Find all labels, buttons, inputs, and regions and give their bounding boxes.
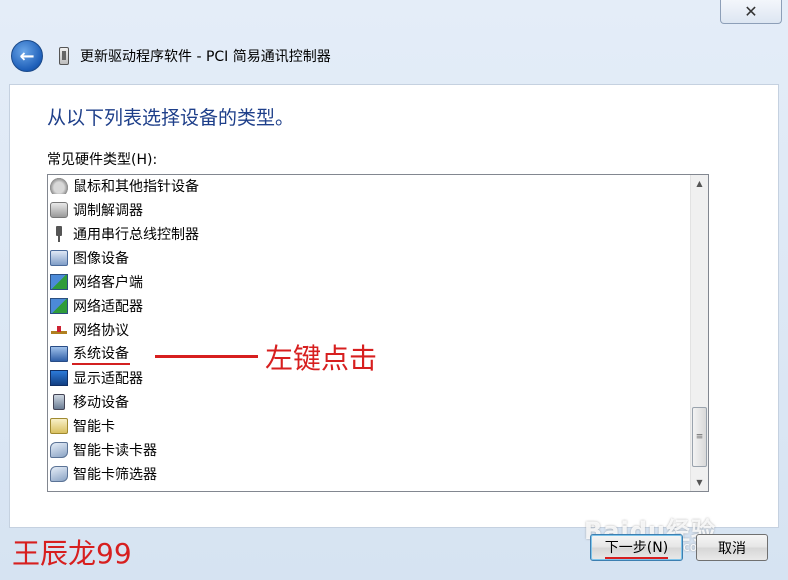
card-reader-icon — [50, 442, 68, 458]
list-item-label: 移动设备 — [73, 395, 129, 411]
list-item-label: 网络适配器 — [73, 299, 143, 315]
list-item-modem[interactable]: 调制解调器 — [50, 199, 144, 221]
hardware-type-list[interactable]: 鼠标和其他指针设备 调制解调器 通用串行总线控制器 图像设备 网络客户端 网络适… — [47, 174, 709, 492]
modem-icon — [50, 202, 68, 218]
next-button[interactable]: 下一步(N) — [590, 534, 683, 561]
list-item-smart-card-reader[interactable]: 智能卡读卡器 — [50, 439, 158, 461]
list-item-imaging[interactable]: 图像设备 — [50, 247, 130, 269]
author-watermark: 王辰龙99 — [12, 537, 132, 570]
device-icon — [59, 47, 69, 65]
list-item-label: 智能卡筛选器 — [73, 467, 157, 483]
list-item-label: 显示适配器 — [73, 371, 143, 387]
list-item-mouse[interactable]: 鼠标和其他指针设备 — [50, 175, 200, 197]
window-frame: ✕ ← 更新驱动程序软件 - PCI 简易通讯控制器 从以下列表选择设备的类型。… — [0, 0, 788, 580]
hardware-type-label: 常见硬件类型(H): — [47, 152, 158, 168]
list-item-system-devices[interactable]: 系统设备 — [50, 343, 130, 365]
mouse-icon — [50, 178, 68, 194]
system-device-icon — [50, 346, 68, 362]
network-protocol-icon — [50, 322, 68, 338]
back-button[interactable]: ← — [11, 40, 43, 72]
list-item-label: 系统设备 — [72, 343, 130, 365]
list-item-label: 图像设备 — [73, 251, 129, 267]
card-filter-icon — [50, 466, 68, 482]
annotation-pointer-line — [155, 355, 258, 358]
mobile-device-icon — [53, 394, 65, 410]
annotation-text: 左键点击 — [265, 342, 378, 375]
usb-icon — [50, 226, 68, 242]
list-item-smart-card[interactable]: 智能卡 — [50, 415, 116, 437]
list-item-usb[interactable]: 通用串行总线控制器 — [50, 223, 200, 245]
list-item-network-protocol[interactable]: 网络协议 — [50, 319, 130, 341]
list-item-label: 智能卡 — [73, 419, 115, 435]
list-scrollbar[interactable]: ▲ ≡ ▼ — [690, 175, 708, 491]
camera-icon — [50, 250, 68, 266]
next-button-label: 下一步(N) — [604, 537, 669, 559]
close-button[interactable]: ✕ — [720, 0, 782, 24]
list-item-label: 通用串行总线控制器 — [73, 227, 199, 243]
list-item-label: 网络协议 — [73, 323, 129, 339]
cancel-button-label: 取消 — [718, 540, 746, 557]
scroll-thumb[interactable]: ≡ — [692, 407, 707, 467]
page-heading: 从以下列表选择设备的类型。 — [47, 107, 295, 129]
network-adapter-icon — [50, 298, 68, 314]
wizard-header: ← 更新驱动程序软件 - PCI 简易通讯控制器 — [0, 30, 788, 82]
list-item-label: 网络客户端 — [73, 275, 143, 291]
list-item-label: 智能卡读卡器 — [73, 443, 157, 459]
network-client-icon — [50, 274, 68, 290]
cancel-button[interactable]: 取消 — [696, 534, 768, 561]
list-item-smart-card-filter[interactable]: 智能卡筛选器 — [50, 463, 158, 485]
smart-card-icon — [50, 418, 68, 434]
display-adapter-icon — [50, 370, 68, 386]
list-item-label: 鼠标和其他指针设备 — [73, 179, 199, 195]
scroll-up-arrow-icon[interactable]: ▲ — [691, 175, 708, 192]
scroll-down-arrow-icon[interactable]: ▼ — [691, 474, 708, 491]
list-item-network-adapter[interactable]: 网络适配器 — [50, 295, 144, 317]
close-icon: ✕ — [744, 2, 758, 21]
list-item-label: 调制解调器 — [73, 203, 143, 219]
window-title: 更新驱动程序软件 - PCI 简易通讯控制器 — [80, 49, 331, 65]
list-item-mobile-device[interactable]: 移动设备 — [50, 391, 130, 413]
content-panel: 从以下列表选择设备的类型。 常见硬件类型(H): 鼠标和其他指针设备 调制解调器… — [9, 84, 779, 528]
back-arrow-icon: ← — [19, 45, 35, 67]
list-item-display-adapter[interactable]: 显示适配器 — [50, 367, 144, 389]
list-item-network-client[interactable]: 网络客户端 — [50, 271, 144, 293]
